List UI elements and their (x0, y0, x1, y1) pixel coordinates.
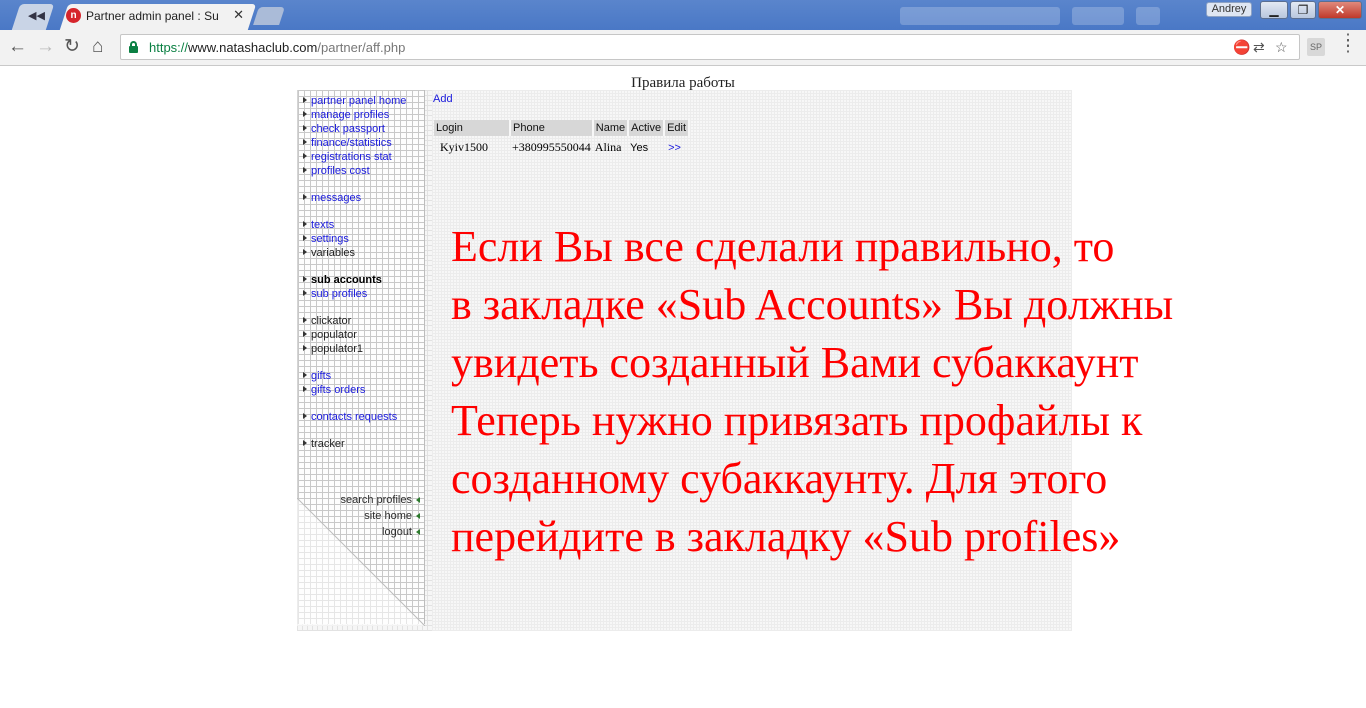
column-header-login: Login (434, 120, 511, 136)
column-header-name: Name (592, 120, 630, 136)
sidebar-link-settings[interactable]: settings (303, 232, 406, 246)
forward-arrow-icon[interactable]: → (36, 37, 55, 57)
sidebar-link-clickator[interactable]: clickator (303, 314, 406, 328)
sidebar-item: populator (303, 328, 406, 342)
instruction-line: Если Вы все сделали правильно, то (451, 222, 1115, 271)
sidebar-link-registrations-stat[interactable]: registrations stat (303, 150, 406, 164)
bookmark-star-icon[interactable]: ☆ (1275, 39, 1288, 56)
table-row: Kyiv1500 +380995550044 Alina Yes >> (434, 136, 689, 159)
nav-spacer (303, 178, 406, 191)
sidebar-link-tracker[interactable]: tracker (303, 437, 406, 451)
nav-spacer (303, 397, 406, 410)
sidebar-link-sub-accounts[interactable]: sub accounts (303, 273, 406, 287)
sidebar-link-gifts-orders[interactable]: gifts orders (303, 383, 406, 397)
back-arrow-icon[interactable]: ← (8, 37, 27, 57)
site-favicon-icon: n (66, 8, 81, 23)
instruction-line: в закладке «Sub Accounts» Вы должны (451, 280, 1174, 329)
url-text[interactable]: https://www.natashaclub.com/partner/aff.… (149, 40, 405, 55)
maximize-button[interactable]: ❐ (1290, 1, 1316, 19)
sidebar-nav: partner panel home manage profiles check p… (303, 94, 406, 451)
sidebar-link-contacts-requests[interactable]: contacts requests (303, 410, 406, 424)
sidebar-item: finance/statistics (303, 136, 406, 150)
sidebar-item: clickator (303, 314, 406, 328)
lock-icon[interactable] (129, 41, 138, 53)
sidebar-item: settings (303, 232, 406, 246)
sidebar-item: check passport (303, 122, 406, 136)
sidebar-item: partner panel home (303, 94, 406, 108)
browser-toolbar: ← → ↻ ⌂ https://www.natashaclub.com/part… (0, 30, 1366, 66)
sidebar-item: sub profiles (303, 287, 406, 301)
sidebar-link-sub-profiles[interactable]: sub profiles (303, 287, 406, 301)
blurred-tab (1072, 7, 1124, 25)
sidebar-item: profiles cost (303, 164, 406, 178)
new-tab-button[interactable] (252, 4, 286, 30)
extension-sp-icon[interactable]: SP (1307, 38, 1325, 56)
reload-icon[interactable]: ↻ (64, 37, 80, 57)
sidebar-link-finance-statistics[interactable]: finance/statistics (303, 136, 406, 150)
browser-tabstrip: ◀◀ n Partner admin panel : Sub ✕ Andrey … (0, 0, 1366, 30)
nav-spacer (303, 205, 406, 218)
sidebar-item: variables (303, 246, 406, 260)
bottom-link-logout[interactable]: logout (340, 524, 420, 540)
minimize-button[interactable]: ▁ (1260, 1, 1288, 19)
cell-login: Kyiv1500 (440, 140, 488, 154)
nav-spacer (303, 260, 406, 273)
add-subaccount-link[interactable]: Add (433, 93, 453, 105)
sidebar-link-gifts[interactable]: gifts (303, 369, 406, 383)
address-bar[interactable]: https://www.natashaclub.com/partner/aff.… (120, 34, 1300, 60)
sidebar-link-partner-panel-home[interactable]: partner panel home (303, 94, 406, 108)
audio-icon: ◀◀ (28, 10, 45, 22)
blocked-popup-icon[interactable]: ⛔ (1233, 39, 1250, 56)
sidebar-link-profiles-cost[interactable]: profiles cost (303, 164, 406, 178)
sidebar-link-messages[interactable]: messages (303, 191, 406, 205)
sidebar-item: texts (303, 218, 406, 232)
blurred-tab (900, 7, 1060, 25)
tab-partner-admin[interactable]: n Partner admin panel : Sub ✕ (58, 4, 257, 30)
subaccounts-table: Login Phone Name Active Edit Kyiv1500 +3… (434, 120, 691, 159)
cell-name: Alina (594, 140, 622, 154)
column-header-edit: Edit (664, 120, 691, 136)
sidebar-link-variables[interactable]: variables (303, 246, 406, 260)
sidebar-item: sub accounts (303, 273, 406, 287)
profile-button[interactable]: Andrey (1206, 2, 1252, 17)
sidebar-item: manage profiles (303, 108, 406, 122)
cell-phone: +380995550044 (512, 140, 591, 154)
blurred-tab (1136, 7, 1160, 25)
sidebar-link-populator[interactable]: populator (303, 328, 406, 342)
sidebar-item: messages (303, 191, 406, 205)
close-icon[interactable]: ✕ (233, 7, 244, 23)
nav-spacer (303, 356, 406, 369)
tab-title: Partner admin panel : Sub (86, 9, 218, 23)
sidebar-item: gifts (303, 369, 406, 383)
sidebar-item: populator1 (303, 342, 406, 356)
sidebar-link-texts[interactable]: texts (303, 218, 406, 232)
sidebar-bottom-links: search profiles site home logout (340, 492, 420, 540)
table-header-row: Login Phone Name Active Edit (434, 120, 691, 136)
tab-previous[interactable]: ◀◀ (10, 4, 56, 30)
column-header-active: Active (628, 120, 666, 136)
instruction-line: созданному субаккаунту. Для этого (451, 454, 1108, 503)
instruction-line: перейдите в закладку «Sub profiles» (451, 512, 1121, 561)
window-close-button[interactable]: ✕ (1318, 1, 1362, 19)
bottom-link-site-home[interactable]: site home (340, 508, 420, 524)
nav-spacer (303, 301, 406, 314)
edit-link[interactable]: >> (668, 142, 681, 154)
sidebar-link-check-passport[interactable]: check passport (303, 122, 406, 136)
column-header-phone: Phone (510, 120, 594, 136)
sidebar-link-manage-profiles[interactable]: manage profiles (303, 108, 406, 122)
sidebar-link-populator1[interactable]: populator1 (303, 342, 406, 356)
menu-dots-icon[interactable]: ⋮ ⋮ (1340, 33, 1356, 55)
home-icon[interactable]: ⌂ (92, 37, 103, 57)
sidebar-item: tracker (303, 437, 406, 451)
instruction-overlay: Если Вы все сделали правильно, то в закла… (451, 218, 1341, 566)
sidebar-item: contacts requests (303, 410, 406, 424)
translate-icon[interactable]: ⇄ (1253, 39, 1265, 56)
instruction-line: увидеть созданный Вами субаккаунт (451, 338, 1139, 387)
bottom-link-search-profiles[interactable]: search profiles (340, 492, 420, 508)
nav-spacer (303, 424, 406, 437)
sidebar-item: gifts orders (303, 383, 406, 397)
sidebar-item: registrations stat (303, 150, 406, 164)
instruction-line: Теперь нужно привязать профайлы к (451, 396, 1143, 445)
cell-active: Yes (630, 141, 649, 154)
